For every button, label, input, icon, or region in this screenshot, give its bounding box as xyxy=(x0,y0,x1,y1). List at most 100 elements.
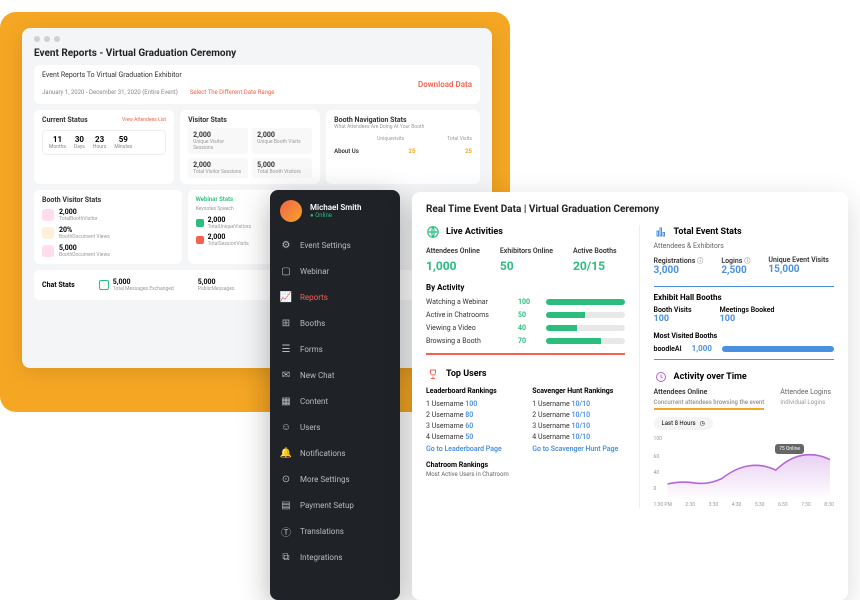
info-icon[interactable]: ⓘ xyxy=(744,258,750,265)
panel-title: Real Time Event Data | Virtual Graduatio… xyxy=(426,204,834,215)
activity-row: Watching a Webinar100 xyxy=(426,298,625,306)
nav-icon: ⚙ xyxy=(280,239,292,251)
nav-icon: 🔔 xyxy=(280,447,292,459)
leaderboard-title: Leaderboard Rankings xyxy=(426,387,518,395)
stat-icon xyxy=(196,219,204,227)
section-title: Top Users xyxy=(446,369,487,379)
nav-label: Content xyxy=(300,397,328,406)
card-title: Booth Navigation Stats xyxy=(334,116,406,124)
visitor-stats-card: Visitor Stats 2,000Unique Visitor Sessio… xyxy=(180,110,320,184)
chatroom-rankings-sub: Most Active Users in Chatroom xyxy=(426,471,625,478)
chat-icon xyxy=(99,280,109,290)
sidebar-item-notifications[interactable]: 🔔Notifications xyxy=(270,440,400,466)
card-title: Booth Visitor Stats xyxy=(42,196,101,204)
sidebar-item-more-settings[interactable]: ⊙More Settings xyxy=(270,466,400,492)
chart-tooltip: 75 Online xyxy=(775,444,804,454)
tab-attendees-online[interactable]: Attendees OnlineConcurrent attendees bro… xyxy=(654,388,765,410)
booth-value: 1,000 xyxy=(692,344,712,353)
sidebar-item-translations[interactable]: Ⓣ Translations xyxy=(270,518,400,544)
nav-label: Forms xyxy=(300,345,323,354)
nav-icon: ⧉ xyxy=(280,551,292,563)
booth-name: boodleAI xyxy=(654,345,682,353)
clock-small-icon: ◷ xyxy=(700,420,705,427)
section-title: Exhibit Hall Booths xyxy=(654,293,834,302)
sidebar-item-reports[interactable]: 📈 Reports xyxy=(270,284,400,310)
page-title: Event Reports - Virtual Graduation Cerem… xyxy=(34,48,480,59)
nav-icon: 📈 xyxy=(280,291,292,303)
sidebar-item-payment-setup[interactable]: ▤Payment Setup xyxy=(270,492,400,518)
leaderboard-row: 2 Username 80 xyxy=(426,411,518,419)
scavenger-title: Scavenger Hunt Rankings xyxy=(532,387,624,395)
nav-icon: ☺ xyxy=(280,421,292,433)
scavenger-row: 1 Username 10/10 xyxy=(532,400,624,408)
stats-icon xyxy=(654,225,668,239)
leaderboard-row: 3 Username 60 xyxy=(426,422,518,430)
scavenger-row: 2 Username 10/10 xyxy=(532,411,624,419)
nav-label: Reports xyxy=(300,293,328,302)
sidebar-item-new-chat[interactable]: ✉ New Chat xyxy=(270,362,400,388)
sidebar-item-users[interactable]: ☺ Users xyxy=(270,414,400,440)
stat-icon xyxy=(42,209,54,221)
sidebar-item-webinar[interactable]: ▢ Webinar xyxy=(270,258,400,284)
nav-icon: ☰ xyxy=(280,343,292,355)
select-date-link[interactable]: Select The Different Date Range xyxy=(190,89,275,96)
view-attendees-link[interactable]: View Attendees List xyxy=(122,117,166,123)
leaderboard-row: 4 Username 50 xyxy=(426,433,518,441)
sidebar-nav: Michael Smith ● Online ⚙Event Settings ▢ W… xyxy=(270,190,400,600)
nav-label: New Chat xyxy=(300,371,335,380)
card-title: Chat Stats xyxy=(42,281,75,289)
tab-attendee-logins[interactable]: Attendee LoginsIndividual Logins xyxy=(780,388,831,410)
chart-x-axis: 1:30 PM2:303:304:305:306:307:308:30 xyxy=(654,502,834,508)
clock-icon xyxy=(654,370,668,384)
activity-row: Browsing a Booth70 xyxy=(426,337,625,345)
nav-icon: Ⓣ xyxy=(280,525,292,537)
section-sub: Attendees & Exhibitors xyxy=(654,242,834,250)
section-title: Activity over Time xyxy=(674,372,747,382)
leaderboard-link[interactable]: Go to Leaderboard Page xyxy=(426,445,518,453)
realtime-panel: Real Time Event Data | Virtual Graduatio… xyxy=(412,192,848,600)
nav-label: Webinar xyxy=(300,267,329,276)
user-status: ● Online xyxy=(310,212,361,219)
sidebar-item-event-settings[interactable]: ⚙Event Settings xyxy=(270,232,400,258)
nav-icon: ⊙ xyxy=(280,473,292,485)
sidebar-item-forms[interactable]: ☰ Forms xyxy=(270,336,400,362)
divider xyxy=(654,359,834,360)
window-controls xyxy=(34,36,480,42)
user-name: Michael Smith xyxy=(310,203,361,212)
sidebar-item-content[interactable]: ▦ Content xyxy=(270,388,400,414)
activity-chart: 100 60 40 0 75 Online xyxy=(654,436,834,500)
report-subtitle: Event Reports To Virtual Graduation Exhi… xyxy=(42,71,274,79)
avatar xyxy=(280,200,302,222)
nav-icon: ▢ xyxy=(280,265,292,277)
sidebar-item-integrations[interactable]: ⧉ Integrations xyxy=(270,544,400,570)
nav-label: Integrations xyxy=(300,553,343,562)
nav-icon: ▦ xyxy=(280,395,292,407)
scavenger-link[interactable]: Go to Scavenger Hunt Page xyxy=(532,445,624,453)
divider xyxy=(426,353,625,355)
activity-row: Viewing a Video40 xyxy=(426,324,625,332)
booth-bar xyxy=(722,346,834,352)
nav-label: Booths xyxy=(300,319,325,328)
date-range: January 1, 2020 - December 31, 2020 (Ent… xyxy=(42,89,178,96)
scavenger-row: 3 Username 10/10 xyxy=(532,422,624,430)
trophy-icon xyxy=(426,367,440,381)
booth-nav-card: Booth Navigation Stats What Attendees Ar… xyxy=(326,110,480,184)
stat-icon xyxy=(196,236,204,244)
sidebar-item-booths[interactable]: ⊞ Booths xyxy=(270,310,400,336)
section-title: Most Visited Booths xyxy=(654,332,834,340)
nav-icon: ✉ xyxy=(280,369,292,381)
nav-label: Users xyxy=(300,423,320,432)
info-icon[interactable]: ⓘ xyxy=(697,258,703,265)
current-status-card: Current StatusView Attendees List 11Mont… xyxy=(34,110,174,184)
time-filter[interactable]: Last 8 Hours◷ xyxy=(654,417,713,430)
section-title: By Activity xyxy=(426,283,625,292)
nav-label: Translations xyxy=(300,527,344,536)
booth-visitor-stats-card: Booth Visitor Stats 2,000TotalBoothVisit… xyxy=(34,190,182,264)
report-header-bar: Event Reports To Virtual Graduation Exhi… xyxy=(34,65,480,104)
card-title: Visitor Stats xyxy=(188,116,227,124)
nav-icon: ⊞ xyxy=(280,317,292,329)
stat-icon xyxy=(42,245,54,257)
download-data-button[interactable]: Download Data xyxy=(418,80,472,89)
section-title: Total Event Stats xyxy=(674,227,742,237)
user-profile[interactable]: Michael Smith ● Online xyxy=(270,200,400,232)
